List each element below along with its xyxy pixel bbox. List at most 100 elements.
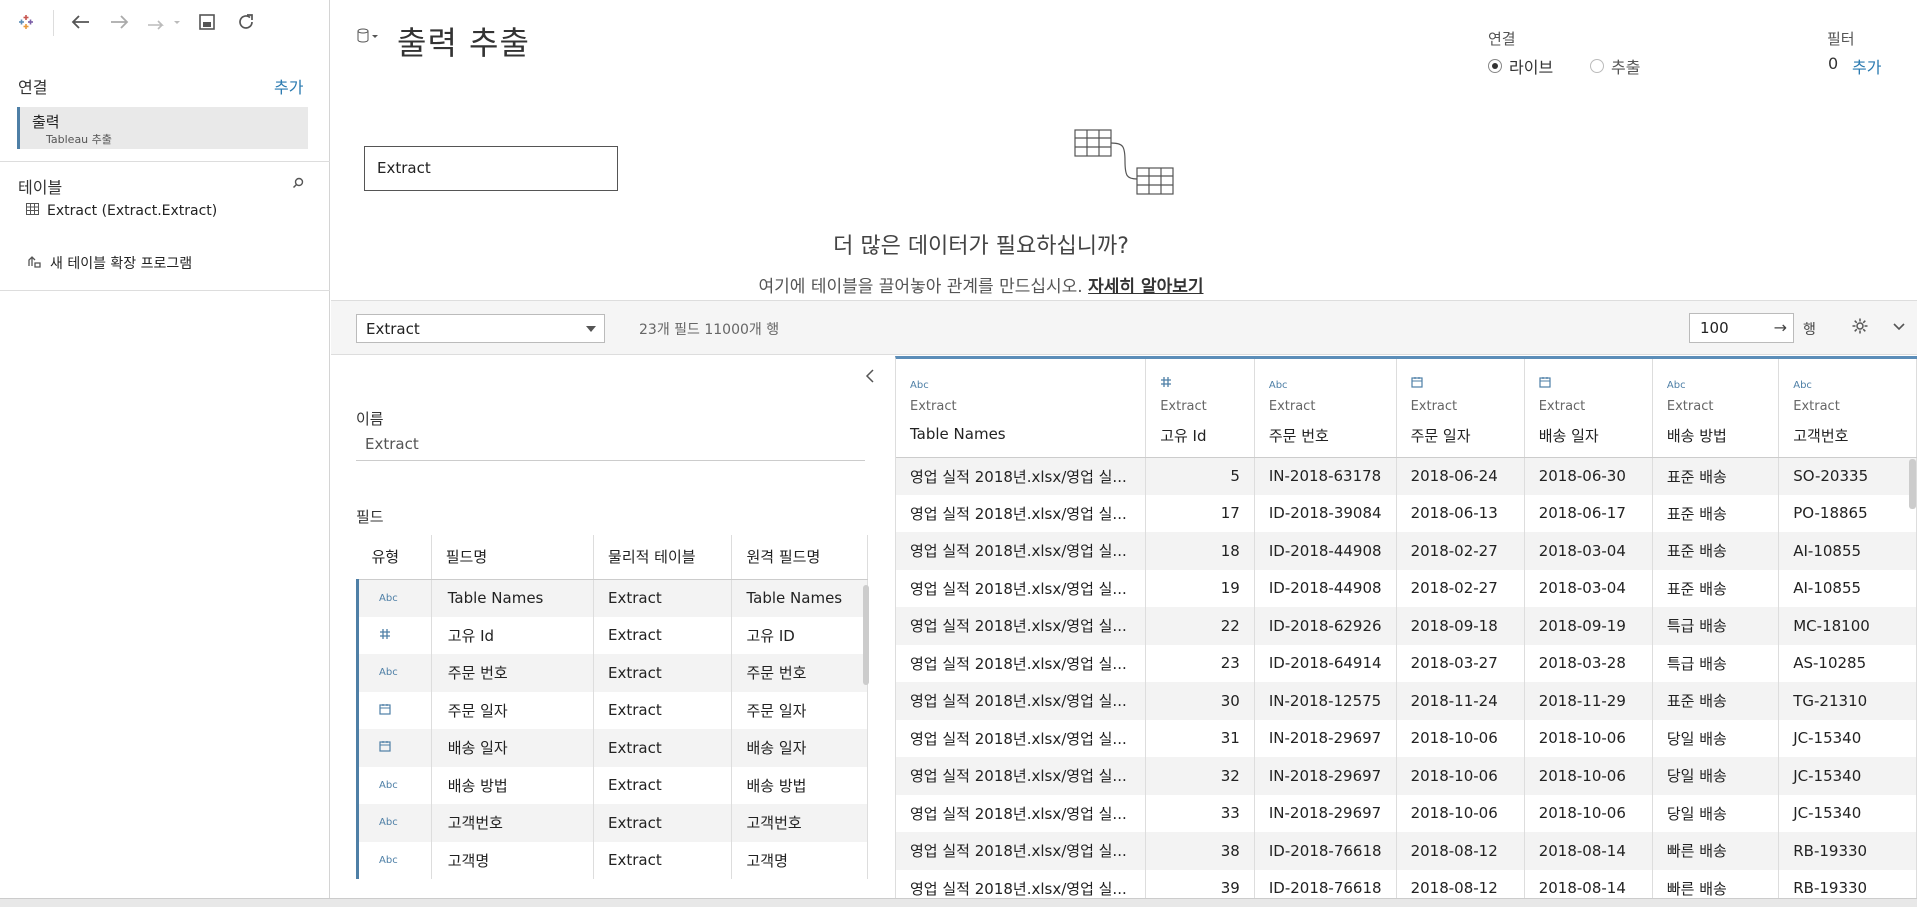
table-item-extract[interactable]: Extract (Extract.Extract)	[26, 203, 217, 219]
metadata-panel: 이름 Extract 필드 유형 필드명 물리적 테이블 원격 필드명 Abc T…	[331, 356, 894, 907]
grid-cell: 2018-10-06	[1524, 757, 1653, 795]
field-row[interactable]: 고유 Id Extract 고유 ID	[356, 616, 868, 654]
number-type-icon[interactable]	[1160, 375, 1240, 397]
field-name-cell[interactable]: 고객번호	[431, 804, 595, 842]
grid-cell: IN-2018-63178	[1254, 457, 1397, 495]
grid-column-header[interactable]: Abc Extract 배송 방법	[1652, 359, 1780, 458]
column-header-remote-field-name[interactable]: 원격 필드명	[731, 535, 868, 580]
page-title[interactable]: 출력 추출	[397, 18, 530, 64]
grid-column-header[interactable]: Extract 배송 일자	[1524, 359, 1653, 458]
tableau-logo-icon[interactable]	[14, 8, 38, 36]
grid-column-header[interactable]: Abc Extract Table Names	[896, 359, 1147, 458]
name-field[interactable]: Extract	[356, 435, 865, 461]
search-icon[interactable]	[292, 177, 304, 193]
date-type-icon[interactable]	[356, 691, 432, 729]
chevron-down-icon[interactable]	[1891, 318, 1907, 338]
add-connection-link[interactable]: 추가	[274, 74, 303, 98]
number-type-icon[interactable]	[356, 616, 432, 654]
string-type-icon[interactable]: Abc	[356, 654, 432, 692]
column-header-physical-table[interactable]: 물리적 테이블	[593, 535, 733, 580]
field-name-cell[interactable]: 고유 Id	[431, 616, 595, 654]
toolbar-separator	[53, 10, 54, 36]
extract-radio-label: 추출	[1611, 58, 1641, 77]
live-radio-label: 라이브	[1509, 58, 1554, 77]
rows-input[interactable]: 100 →	[1689, 313, 1794, 343]
refresh-icon[interactable]	[234, 8, 258, 36]
learn-more-link[interactable]: 자세히 알아보기	[1088, 277, 1203, 297]
field-row[interactable]: 배송 일자 Extract 배송 일자	[356, 729, 868, 767]
grid-cell: 특급 배송	[1652, 607, 1780, 645]
column-name: 배송 일자	[1538, 427, 1599, 445]
redo-icon[interactable]	[144, 8, 184, 36]
grid-cell: RB-19330	[1778, 869, 1917, 898]
field-row-count: 23개 필드 11000개 행	[639, 322, 780, 338]
string-type-icon[interactable]: Abc	[356, 841, 432, 879]
field-row[interactable]: Abc 주문 번호 Extract 주문 번호	[356, 654, 868, 692]
live-radio[interactable]: 라이브	[1488, 54, 1553, 78]
grid-cell: AI-10855	[1778, 569, 1917, 607]
field-row[interactable]: Abc Table Names Extract Table Names	[356, 579, 868, 617]
string-type-icon[interactable]: Abc	[910, 375, 1131, 397]
database-icon[interactable]	[357, 28, 381, 48]
date-type-icon[interactable]	[1410, 375, 1510, 397]
field-row[interactable]: 주문 일자 Extract 주문 일자	[356, 691, 868, 729]
field-name-cell[interactable]: 주문 일자	[431, 691, 595, 729]
string-type-icon[interactable]: Abc	[356, 766, 432, 804]
date-type-icon[interactable]	[356, 729, 432, 767]
grid-column-header[interactable]: Abc Extract 고객번호	[1778, 359, 1917, 458]
grid-cell: 22	[1145, 607, 1255, 645]
rows-label: 행	[1803, 322, 1816, 338]
column-source: Extract	[1268, 399, 1316, 414]
field-row[interactable]: Abc 배송 방법 Extract 배송 방법	[356, 766, 868, 804]
column-source: Extract	[1666, 399, 1714, 414]
field-row[interactable]: Abc 고객명 Extract 고객명	[356, 841, 868, 879]
grid-cell: 2018-10-06	[1396, 794, 1525, 832]
field-row[interactable]: Abc 고객번호 Extract 고객번호	[356, 804, 868, 842]
add-filter-link[interactable]: 추가	[1852, 54, 1881, 78]
grid-cell: 표준 배송	[1652, 532, 1780, 570]
connection-item[interactable]: 출력 Tableau 추출	[17, 107, 308, 149]
field-name-cell[interactable]: 배송 일자	[431, 729, 595, 767]
connection-mode-label: 연결	[1488, 30, 1516, 48]
field-name-cell[interactable]: 주문 번호	[431, 654, 595, 692]
column-source: Extract	[910, 399, 957, 414]
scrollbar[interactable]	[863, 585, 869, 685]
grid-cell: 2018-03-28	[1524, 644, 1653, 682]
string-type-icon[interactable]: Abc	[1793, 375, 1902, 397]
gear-icon[interactable]	[1851, 317, 1869, 339]
live-radio-dot[interactable]	[1488, 59, 1502, 73]
string-type-icon[interactable]: Abc	[356, 579, 432, 617]
fields-label: 필드	[356, 508, 384, 526]
column-header-field-name[interactable]: 필드명	[431, 535, 595, 580]
grid-cell: 2018-08-14	[1524, 869, 1653, 898]
grid-cell: 영업 실적 2018년.xlsx/영업 실...	[896, 832, 1147, 870]
extract-radio-dot[interactable]	[1590, 59, 1604, 73]
field-name-cell[interactable]: Table Names	[431, 579, 595, 617]
save-icon[interactable]	[196, 8, 218, 36]
date-type-icon[interactable]	[1539, 375, 1638, 397]
grid-cell: ID-2018-39084	[1254, 494, 1397, 532]
scrollbar[interactable]	[1909, 459, 1916, 509]
grid-cell: PO-18865	[1778, 494, 1917, 532]
horizontal-scrollbar[interactable]	[0, 898, 1917, 907]
field-name-cell[interactable]: 배송 방법	[431, 766, 595, 804]
field-name-cell[interactable]: 고객명	[431, 841, 595, 879]
collapse-panel-icon[interactable]	[864, 368, 876, 389]
string-type-icon[interactable]: Abc	[1269, 375, 1382, 397]
grid-column-header[interactable]: Extract 주문 일자	[1396, 359, 1525, 458]
arrow-right-icon[interactable]: →	[1774, 318, 1787, 337]
sidebar: 연결 추가 출력 Tableau 추출 테이블 Extract (Extract…	[0, 0, 330, 907]
string-type-icon[interactable]: Abc	[1667, 375, 1764, 397]
string-type-icon[interactable]: Abc	[356, 804, 432, 842]
more-data-description: 여기에 테이블을 끌어놓아 관계를 만드십시오.	[758, 277, 1083, 297]
column-header-type[interactable]: 유형	[357, 535, 432, 580]
extract-radio[interactable]: 추출	[1590, 54, 1640, 78]
back-icon[interactable]	[68, 8, 94, 36]
grid-column-header[interactable]: Extract 고유 Id	[1145, 359, 1255, 458]
filter-label: 필터	[1827, 30, 1855, 48]
grid-column-header[interactable]: Abc Extract 주문 번호	[1254, 359, 1397, 458]
new-table-extension-item[interactable]: 새 테이블 확장 프로그램	[26, 253, 192, 273]
logical-table-extract[interactable]: Extract	[364, 146, 618, 191]
forward-icon[interactable]	[106, 8, 132, 36]
table-select[interactable]: Extract	[356, 314, 605, 343]
